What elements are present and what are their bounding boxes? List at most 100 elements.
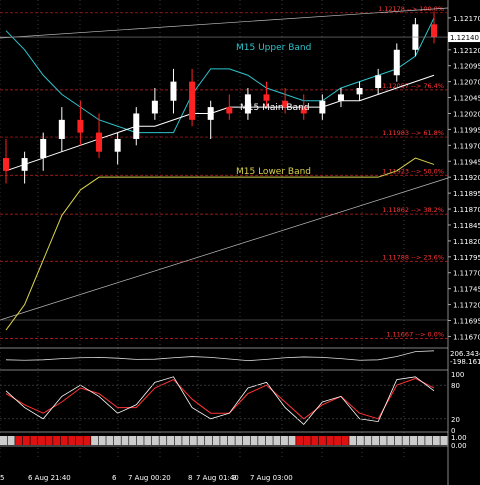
x-tick-label: 5 <box>0 474 4 482</box>
histogram-bar-inactive <box>356 436 364 445</box>
histogram-bar-active <box>303 436 311 445</box>
x-tick-label: 7 Aug 03:00 <box>250 474 293 482</box>
candle-body <box>170 81 177 101</box>
histogram-bar-inactive <box>91 436 99 445</box>
candle-body <box>226 107 233 114</box>
oscillator-label: -198.161 <box>450 358 480 366</box>
histogram-bar-inactive <box>394 436 402 445</box>
histogram-bar-active <box>15 436 23 445</box>
y-tick-label: 1.11945 <box>453 158 480 166</box>
histogram-pane: 1.000.00 <box>0 434 467 450</box>
candle-body <box>263 94 270 101</box>
x-tick-label: 6 <box>112 474 117 482</box>
histogram-bar-inactive <box>189 436 197 445</box>
y-tick-label: 1.11920 <box>453 174 480 182</box>
histogram-bar-inactive <box>106 436 114 445</box>
candle-body <box>133 113 140 139</box>
trendlines <box>0 7 449 321</box>
candle-body <box>58 119 65 139</box>
stochastic-tick-label: 80 <box>451 382 460 390</box>
histogram-bar-inactive <box>205 436 213 445</box>
histogram-bar-active <box>83 436 91 445</box>
histogram-bar-active <box>22 436 30 445</box>
stochastic-pane: 10080200 <box>0 371 464 435</box>
histogram-bar-inactive <box>402 436 410 445</box>
histogram-bar-active <box>68 436 76 445</box>
y-tick-label: 1.11745 <box>453 286 480 294</box>
histogram-bar-inactive <box>265 436 273 445</box>
histogram-bar-inactive <box>280 436 288 445</box>
bands <box>5 17 435 331</box>
candle-body <box>40 138 47 159</box>
candle-body <box>393 49 400 76</box>
candle-body <box>207 107 214 120</box>
y-tick-label: 1.11820 <box>453 238 480 246</box>
candle-body <box>431 24 437 38</box>
time-axis: 56 Aug 21:40 6 7 Aug 00:20 8 7 Aug 01:409 7 A… <box>0 474 293 482</box>
histogram-bar-inactive <box>7 436 15 445</box>
stochastic-signal-line <box>5 377 435 420</box>
histogram-bar-inactive <box>167 436 175 445</box>
y-tick-label: 1.12120 <box>453 47 480 55</box>
histogram-bar-inactive <box>197 436 205 445</box>
y-tick-label: 1.12095 <box>453 63 480 71</box>
oscillator-line <box>5 350 435 362</box>
candle-body <box>151 100 158 114</box>
histogram-bar-active <box>53 436 61 445</box>
histogram-bar-inactive <box>136 436 144 445</box>
histogram-bar-inactive <box>372 436 380 445</box>
candle-body <box>77 119 84 133</box>
candle-body <box>375 75 382 88</box>
y-tick-label: 1.11870 <box>453 206 480 214</box>
lower-band-label: M15 Lower Band <box>236 167 311 177</box>
histogram-bar-inactive <box>159 436 167 445</box>
x-tick-label: 7 Aug 00:20 <box>128 474 171 482</box>
fib-label: 1.12057 --> 76.4% <box>382 82 444 90</box>
lower-band <box>5 157 435 331</box>
fib-label: 1.11667 --> 0.0% <box>386 330 444 338</box>
stochastic-tick-label: 100 <box>451 371 464 379</box>
x-tick-label: 6 Aug 21:40 <box>28 474 71 482</box>
y-tick-label: 1.12045 <box>453 95 480 103</box>
candle-body <box>356 88 363 95</box>
histogram-bar-inactive <box>417 436 425 445</box>
histogram-bar-active <box>45 436 53 445</box>
histogram-bar-active <box>334 436 342 445</box>
histogram-bar-inactive <box>273 436 281 445</box>
y-tick-label: 1.12020 <box>453 110 480 118</box>
y-tick-label: 1.11845 <box>453 222 480 230</box>
histogram-bar-inactive <box>121 436 129 445</box>
histogram-bar-inactive <box>0 436 7 445</box>
histogram-bar-inactive <box>250 436 258 445</box>
histogram-bar-active <box>30 436 38 445</box>
histogram-tick-label: 1.00 <box>451 434 467 442</box>
y-tick-label: 1.11795 <box>453 254 480 262</box>
y-tick-label: 1.11995 <box>453 126 480 134</box>
y-tick-label: 1.12070 <box>453 79 480 87</box>
y-tick-label: 1.11720 <box>453 302 480 310</box>
y-tick-label: 1.12170 <box>453 15 480 23</box>
x-tick-label: 9 <box>232 474 236 482</box>
fib-label: 1.11862 --> 38.2% <box>382 206 444 214</box>
grid-lines: 1.12178 --> 100.0%1.12057 --> 76.4%1.119… <box>0 0 449 485</box>
histogram-bar-active <box>341 436 349 445</box>
histogram-bar-inactive <box>288 436 296 445</box>
y-tick-label: 1.11970 <box>453 142 480 150</box>
histogram-bar-inactive <box>227 436 235 445</box>
fib-label: 1.11923 --> 50.0% <box>382 167 444 175</box>
candle-body <box>21 158 28 171</box>
histogram-bar-inactive <box>410 436 418 445</box>
y-tick-label: 1.11670 <box>453 333 480 341</box>
candle-body <box>189 81 196 120</box>
stochastic-tick-label: 20 <box>451 416 460 424</box>
current-price-label: 1.12140 <box>450 34 479 42</box>
histogram-bar-active <box>60 436 68 445</box>
candle-body <box>337 94 344 101</box>
histogram-bar-inactive <box>235 436 243 445</box>
fib-label: 1.11788 --> 23.6% <box>382 253 444 261</box>
histogram-bar-active <box>296 436 304 445</box>
main-band-label: M15 Main Band <box>240 103 310 113</box>
histogram-bar-active <box>37 436 45 445</box>
trendline-rising <box>0 177 449 321</box>
histogram-bar-inactive <box>144 436 152 445</box>
